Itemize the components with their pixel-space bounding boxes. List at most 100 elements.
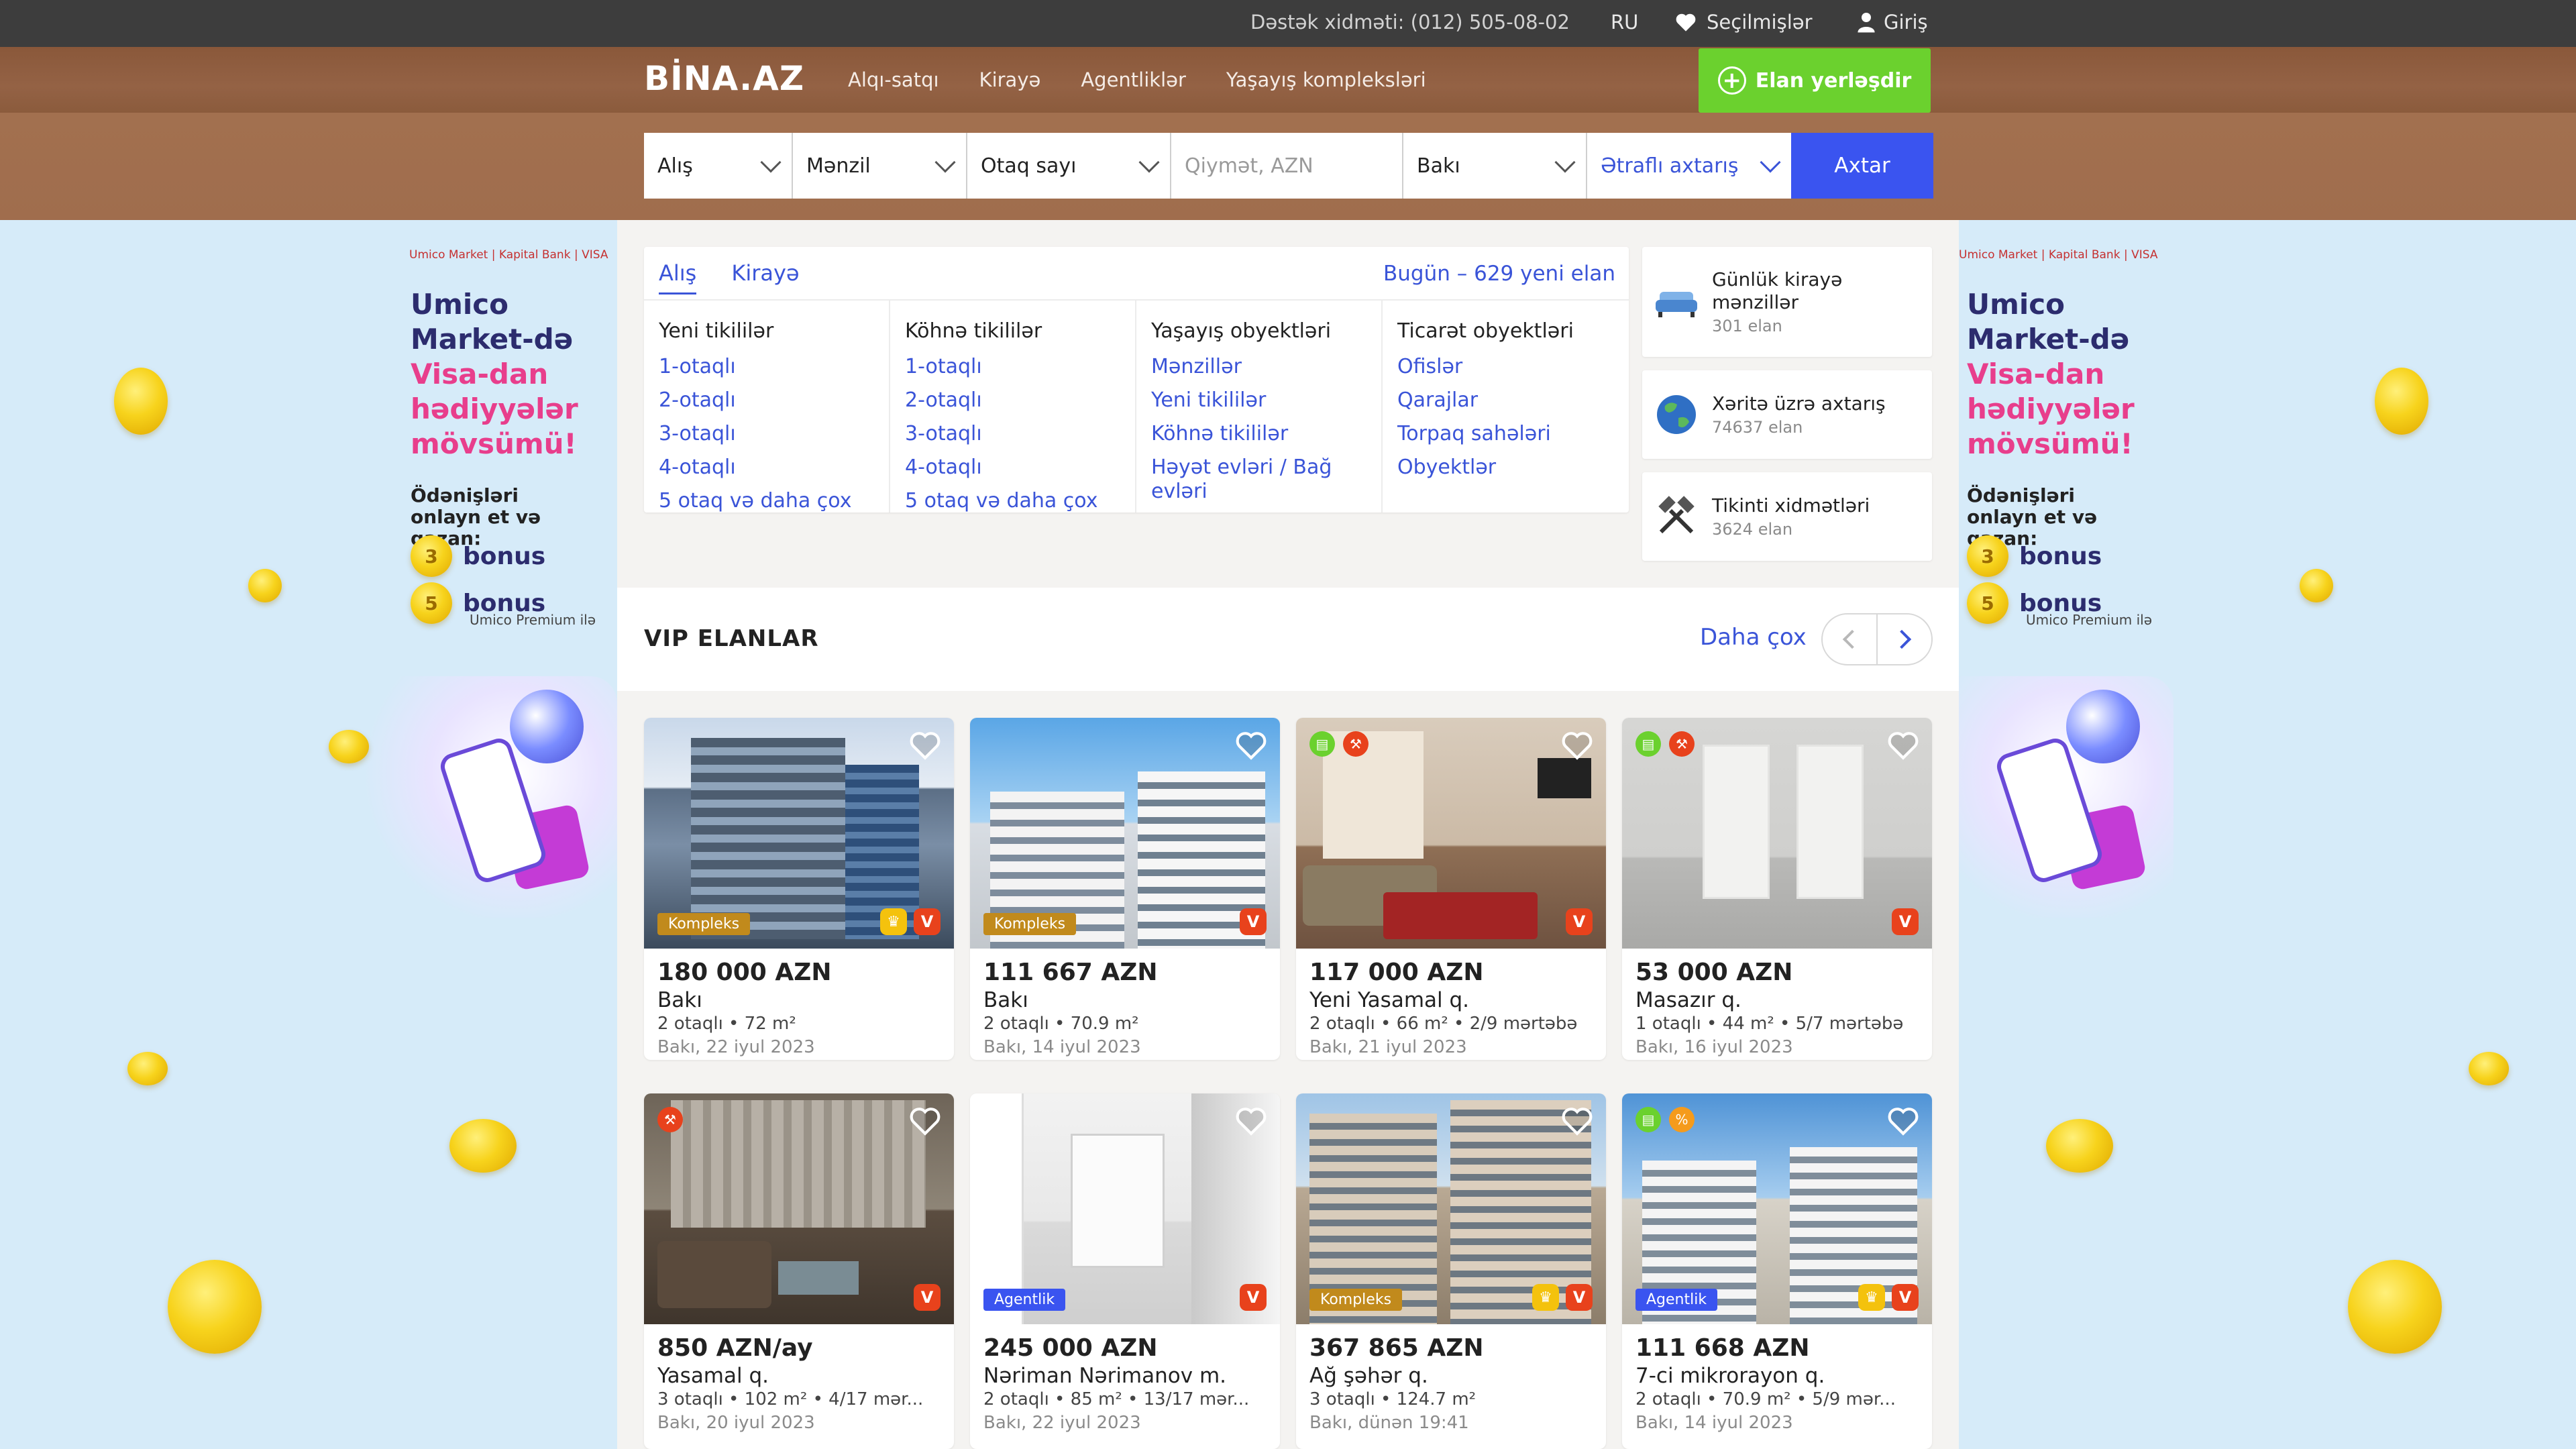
listing-card[interactable]: ▤ ⚒ V 53 000 AZN Masazır q. 1 otaqlı • 4… (1622, 718, 1932, 1060)
category-link[interactable]: 3-otaqlı (905, 422, 1120, 446)
category-link[interactable]: Obyektlər (1397, 455, 1614, 480)
ad-banner-right[interactable]: Umico Market | Kapital Bank | VISA Umico… (1919, 220, 2509, 1449)
listing-card[interactable]: ⚒ V 850 AZN/ay Yasamal q. 3 otaqlı • 102… (644, 1093, 954, 1449)
listing-location: Bakı (657, 988, 702, 1012)
login-link[interactable]: Giriş (1857, 11, 1928, 34)
listing-card[interactable]: Kompleks V 111 667 AZN Bakı 2 otaqlı • 7… (970, 718, 1280, 1060)
quick-card-title: Xəritə üzrə axtarış (1712, 392, 1886, 415)
heart-outline-icon[interactable] (1886, 1104, 1920, 1138)
heart-outline-icon[interactable] (908, 729, 942, 762)
coin-icon (2469, 1052, 2509, 1085)
coin-icon (114, 368, 168, 435)
advanced-search-label: Ətraflı axtarış (1601, 154, 1739, 178)
banner-title-line: mövsümü! (1967, 427, 2133, 460)
nav-agencies[interactable]: Agentliklər (1081, 68, 1186, 91)
quick-card-construction[interactable]: Tikinti xidmətləri 3624 elan (1642, 472, 1932, 561)
language-switch[interactable]: RU (1611, 11, 1638, 34)
city-value: Bakı (1417, 154, 1460, 178)
chevron-left-icon (1842, 629, 1862, 649)
heart-outline-icon[interactable] (1886, 729, 1920, 762)
quick-card-title: Tikinti xidmətləri (1712, 494, 1870, 517)
site-logo[interactable]: BİNA.AZ (644, 59, 804, 98)
listing-card[interactable]: Kompleks ♛ V 180 000 AZN Bakı 2 otaqlı •… (644, 718, 954, 1060)
post-ad-button[interactable]: + Elan yerləşdir (1699, 48, 1931, 113)
category-link[interactable]: 4-otaqlı (659, 455, 874, 480)
ad-banner-left[interactable]: Umico Market | Kapital Bank | VISA Umico… (114, 220, 617, 1449)
heart-outline-icon[interactable] (1234, 1104, 1268, 1138)
vip-badge-icon: V (1240, 908, 1267, 935)
listing-card[interactable]: ▤ ⚒ V 117 000 AZN Yeni Yasamal q. 2 otaq… (1296, 718, 1606, 1060)
property-type-select[interactable]: Mənzil (793, 133, 967, 199)
quick-card-map-search[interactable]: Xəritə üzrə axtarış 74637 elan (1642, 370, 1932, 459)
listing-price: 850 AZN/ay (657, 1334, 813, 1362)
curtain-illustration (1323, 731, 1424, 859)
category-column: Yeni tikililər 1-otaqlı 2-otaqlı 3-otaql… (644, 301, 890, 513)
quick-card-count: 74637 elan (1712, 418, 1803, 437)
nav-sale[interactable]: Alqı-satqı (848, 68, 939, 91)
listing-location: Ağ şəhər q. (1309, 1364, 1428, 1388)
carousel-controls (1821, 613, 1933, 665)
category-link[interactable]: 2-otaqlı (659, 388, 874, 413)
nav-complexes[interactable]: Yaşayış kompleksləri (1226, 68, 1426, 91)
heart-outline-icon[interactable] (1560, 1104, 1594, 1138)
advanced-search-toggle[interactable]: Ətraflı axtarış (1587, 133, 1791, 199)
category-link[interactable]: 4-otaqlı (905, 455, 1120, 480)
heart-outline-icon[interactable] (1234, 729, 1268, 762)
rug-illustration (1383, 892, 1538, 939)
prev-button[interactable] (1823, 614, 1878, 664)
ball-icon (510, 690, 584, 763)
category-link[interactable]: 1-otaqlı (659, 355, 874, 379)
listing-price: 111 668 AZN (1635, 1334, 1810, 1362)
category-link[interactable]: Qarajlar (1397, 388, 1614, 413)
tab-buy[interactable]: Alış (659, 260, 697, 294)
search-button[interactable]: Axtar (1791, 133, 1933, 199)
chevron-down-icon (934, 152, 956, 173)
heart-icon (1676, 13, 1696, 32)
crown-icon: ♛ (1858, 1284, 1885, 1311)
globe-icon (1653, 391, 1700, 438)
listing-photo: ▤ % Agentlik ♛ V (1622, 1093, 1932, 1324)
support-phone[interactable]: Dəstək xidməti: (012) 505-08-02 (1250, 11, 1570, 34)
heart-outline-icon[interactable] (1560, 729, 1594, 762)
category-link[interactable]: Həyət evləri / Bağ evləri (1151, 455, 1366, 504)
category-link[interactable]: 3-otaqlı (659, 422, 874, 446)
listing-card[interactable]: ▤ % Agentlik ♛ V 111 668 AZN 7-ci mikror… (1622, 1093, 1932, 1449)
coin-icon (168, 1260, 262, 1354)
favorites-link[interactable]: Seçilmişlər (1674, 11, 1813, 34)
main-nav: Alqı-satqı Kirayə Agentliklər Yaşayış ko… (848, 68, 1466, 91)
nav-rent[interactable]: Kirayə (979, 68, 1041, 91)
tab-rent[interactable]: Kirayə (731, 260, 799, 294)
price-input[interactable]: Qiymət, AZN (1171, 133, 1403, 199)
category-tabs: Alış Kirayə (659, 260, 800, 294)
banner-premium-note: Umico Premium ilə (2026, 612, 2153, 628)
category-link[interactable]: 5 otaq və daha çox (905, 489, 1120, 513)
category-link[interactable]: 2-otaqlı (905, 388, 1120, 413)
city-select[interactable]: Bakı (1403, 133, 1587, 199)
coin-icon (2375, 368, 2428, 435)
category-link[interactable]: 1-otaqlı (905, 355, 1120, 379)
today-count[interactable]: Bugün – 629 yeni elan (1383, 262, 1615, 286)
post-ad-label: Elan yerləşdir (1755, 68, 1912, 93)
category-link[interactable]: Köhnə tikililər (1151, 422, 1366, 446)
price-placeholder: Qiymət, AZN (1185, 154, 1313, 178)
category-link[interactable]: Ofislər (1397, 355, 1614, 379)
next-button[interactable] (1878, 614, 1931, 664)
category-link[interactable]: 5 otaq və daha çox (659, 489, 874, 513)
listing-card[interactable]: Agentlik V 245 000 AZN Nəriman Nərimanov… (970, 1093, 1280, 1449)
heart-outline-icon[interactable] (908, 1104, 942, 1138)
see-more-link[interactable]: Daha çox (1700, 624, 1807, 651)
quick-card-daily-rent[interactable]: Günlük kirayə mənzillər 301 elan (1642, 247, 1932, 357)
listing-card[interactable]: Kompleks ♛ V 367 865 AZN Ağ şəhər q. 3 o… (1296, 1093, 1606, 1449)
percent-icon: % (1669, 1107, 1695, 1132)
listing-photo: Agentlik V (970, 1093, 1280, 1324)
rooms-select[interactable]: Otaq sayı (967, 133, 1171, 199)
deal-select[interactable]: Alış (644, 133, 793, 199)
category-link[interactable]: Torpaq sahələri (1397, 422, 1614, 446)
listing-price: 111 667 AZN (983, 959, 1158, 986)
category-link[interactable]: Mənzillər (1151, 355, 1366, 379)
listing-date: Bakı, 14 iyul 2023 (983, 1037, 1141, 1057)
banner-title-line: Umico (1967, 288, 2065, 321)
category-link[interactable]: Yeni tikililər (1151, 388, 1366, 413)
vip-badge-icon: V (1892, 908, 1919, 935)
ball-icon (2066, 690, 2140, 763)
